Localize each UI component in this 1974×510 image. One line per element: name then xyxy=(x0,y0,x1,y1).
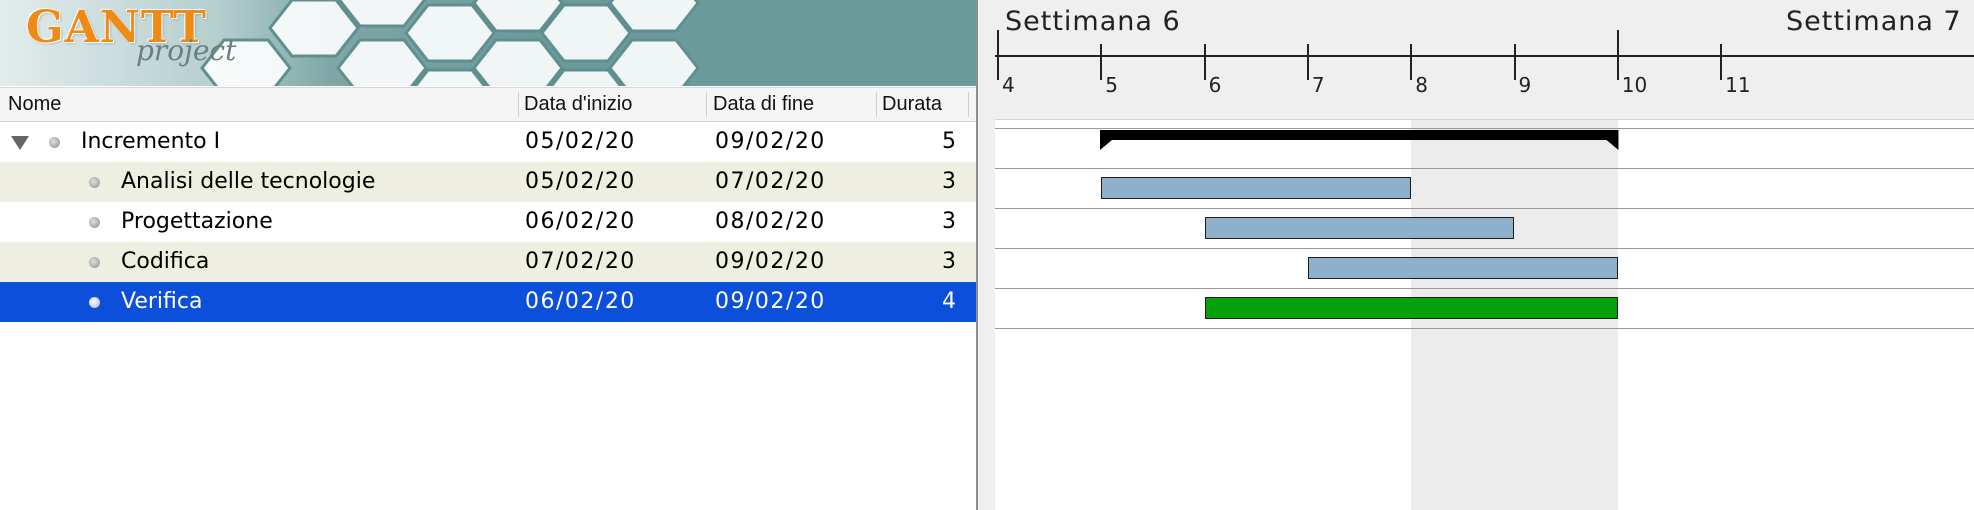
ganttproject-logo: GANTT project xyxy=(26,2,236,74)
task-start: 05/02/20 xyxy=(525,129,636,154)
header-divider xyxy=(995,119,1974,120)
collapse-triangle-icon[interactable] xyxy=(11,136,29,150)
day-tick xyxy=(1203,44,1206,80)
task-name: Codifica xyxy=(121,249,210,274)
column-header-start[interactable]: Data d'inizio xyxy=(524,88,632,121)
task-duration: 3 xyxy=(942,209,956,234)
task-table-pane: GANTT project Nome Data d'inizio Data di… xyxy=(0,0,976,510)
table-row[interactable]: Codifica 07/02/20 09/02/20 3 xyxy=(0,242,976,282)
day-label: 11 xyxy=(1725,73,1751,97)
task-name: Incremento I xyxy=(81,129,221,154)
row-gridline xyxy=(995,128,1974,129)
task-start: 06/02/20 xyxy=(525,289,636,314)
week-label: Settimana 7 xyxy=(1786,6,1962,37)
task-bar[interactable] xyxy=(1307,257,1618,279)
task-bar-selected[interactable] xyxy=(1204,297,1618,319)
table-row[interactable]: Analisi delle tecnologie 05/02/20 07/02/… xyxy=(0,162,976,202)
task-bar[interactable] xyxy=(1101,177,1412,199)
table-row-selected[interactable]: Verifica 06/02/20 09/02/20 4 xyxy=(0,282,976,322)
task-end: 09/02/20 xyxy=(715,249,826,274)
column-divider[interactable] xyxy=(706,92,707,117)
row-gridline xyxy=(995,208,1974,209)
day-label: 9 xyxy=(1518,73,1532,97)
day-tick xyxy=(1306,44,1309,80)
task-name: Verifica xyxy=(121,289,203,314)
task-start: 07/02/20 xyxy=(525,249,636,274)
task-duration: 3 xyxy=(942,169,956,194)
column-divider[interactable] xyxy=(876,92,877,117)
task-duration: 5 xyxy=(942,129,956,154)
table-row[interactable]: Progettazione 06/02/20 08/02/20 3 xyxy=(0,202,976,242)
column-divider[interactable] xyxy=(968,92,969,117)
task-bullet-icon xyxy=(89,297,100,308)
task-name: Analisi delle tecnologie xyxy=(121,169,376,194)
column-header-name[interactable]: Nome xyxy=(8,88,61,121)
task-end: 09/02/20 xyxy=(715,289,826,314)
day-label: 8 xyxy=(1415,73,1428,97)
task-bullet-icon xyxy=(89,217,100,228)
timeline-axis-line xyxy=(995,55,1974,57)
column-divider[interactable] xyxy=(518,92,519,117)
day-label: 7 xyxy=(1311,73,1325,97)
day-label: 4 xyxy=(1002,73,1015,97)
task-end: 07/02/20 xyxy=(715,169,826,194)
task-duration: 4 xyxy=(942,289,956,314)
task-duration: 3 xyxy=(942,249,956,274)
day-tick xyxy=(1720,44,1723,80)
day-tick xyxy=(1410,44,1413,80)
task-bullet-icon xyxy=(89,257,100,268)
day-label: 10 xyxy=(1621,73,1648,97)
row-gridline xyxy=(995,288,1974,289)
row-gridline xyxy=(995,328,1974,329)
logo-project-text: project xyxy=(136,34,237,67)
table-row[interactable]: Incremento I 05/02/20 09/02/20 5 xyxy=(0,122,976,162)
day-label: 6 xyxy=(1208,73,1222,97)
day-tick xyxy=(997,30,999,80)
day-label: 5 xyxy=(1105,73,1119,97)
task-start: 05/02/20 xyxy=(525,169,636,194)
task-bullet-icon xyxy=(49,137,60,148)
summary-bar[interactable] xyxy=(1100,130,1619,154)
task-name: Progettazione xyxy=(121,209,273,234)
day-tick xyxy=(1513,44,1516,80)
app-banner: GANTT project xyxy=(0,0,976,86)
timeline-header: Settimana 6 Settimana 7 4 5 6 7 8 9 10 11 xyxy=(995,0,1974,120)
task-start: 06/02/20 xyxy=(525,209,636,234)
column-header-end[interactable]: Data di fine xyxy=(713,88,814,121)
day-tick xyxy=(1616,30,1619,80)
task-end: 08/02/20 xyxy=(715,209,826,234)
task-end: 09/02/20 xyxy=(715,129,826,154)
table-header: Nome Data d'inizio Data di fine Durata xyxy=(0,87,976,122)
row-gridline xyxy=(995,168,1974,169)
task-bullet-icon xyxy=(89,177,100,188)
splitter-gutter xyxy=(978,0,995,510)
task-bar[interactable] xyxy=(1204,217,1515,239)
gantt-chart-pane[interactable]: Settimana 6 Settimana 7 4 5 6 7 8 9 10 11 xyxy=(995,0,1974,510)
row-gridline xyxy=(995,248,1974,249)
week-label: Settimana 6 xyxy=(1005,6,1181,37)
day-tick xyxy=(1100,44,1103,80)
column-header-duration[interactable]: Durata xyxy=(882,88,942,121)
